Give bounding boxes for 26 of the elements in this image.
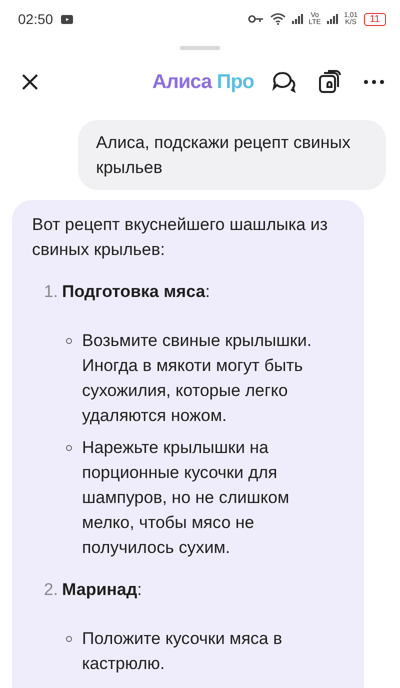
bullet-text: Нарежьте крылышки на порционные кусочки для шампуров, но не слишком мелко, чтобы мясо не получилось сухим. xyxy=(82,437,290,559)
wifi-icon xyxy=(270,13,286,25)
battery-level: 11 xyxy=(364,12,386,26)
bullet-text: Возьмите свиные крылышки. Иногда в мякоти могут быть сухожилия, которые легко удаляются ножом. xyxy=(82,330,313,427)
close-button[interactable] xyxy=(20,72,40,92)
time: 02:50 xyxy=(18,11,54,27)
list-number: 1. xyxy=(42,281,58,303)
message-text: Вот рецепт вкуснейшего шашлыка из свиных крыльев: xyxy=(32,214,329,261)
step-title: Маринад: xyxy=(62,579,142,601)
bullet-icon xyxy=(66,338,72,344)
app-title-suffix: Про xyxy=(216,70,254,92)
chats-button[interactable] xyxy=(272,71,296,93)
signal-icon xyxy=(326,14,338,24)
list-number: 2. xyxy=(42,579,58,601)
device-button[interactable] xyxy=(318,70,342,94)
bullet-text: Положите кусочки мяса в кастрюлю. xyxy=(82,628,284,675)
more-button[interactable] xyxy=(364,80,384,84)
video-icon xyxy=(61,14,74,24)
bullet-icon xyxy=(66,445,72,451)
bullet-icon xyxy=(66,636,72,642)
key-icon xyxy=(248,15,264,23)
app-title: Алиса xyxy=(152,70,212,92)
signal-icon xyxy=(292,14,303,24)
step-title: Подготовка мяса: xyxy=(62,281,210,303)
user-message: Алиса, подскажи рецепт свиных крыльев xyxy=(78,120,386,190)
drag-handle[interactable] xyxy=(180,46,220,50)
